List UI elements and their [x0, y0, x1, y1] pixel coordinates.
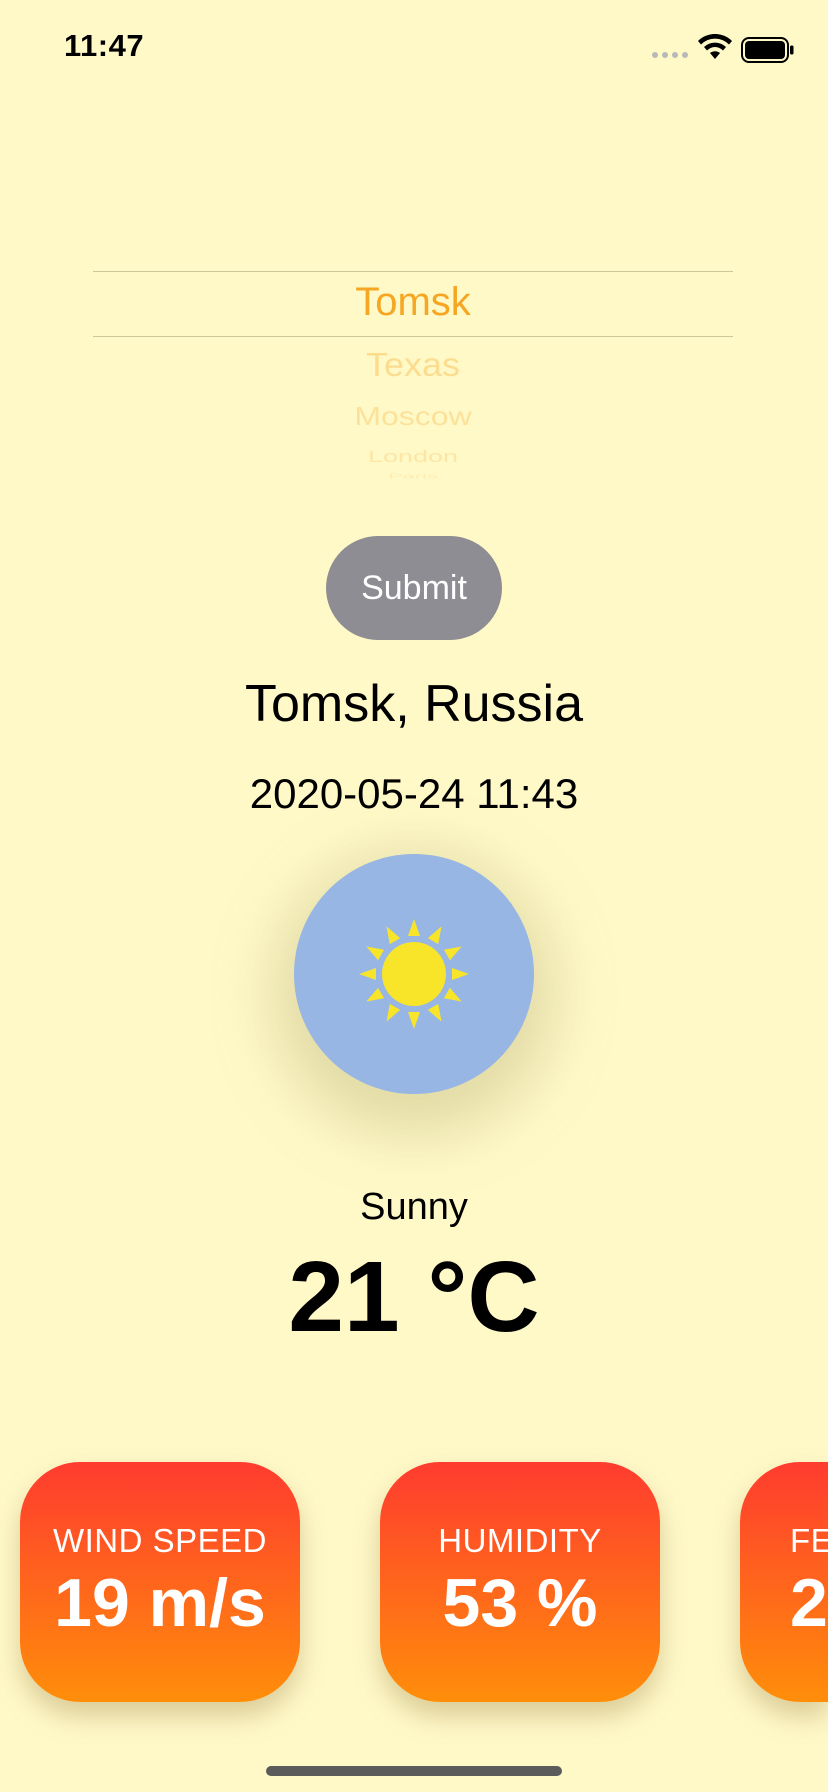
battery-icon: [741, 37, 795, 68]
picker-item-selected[interactable]: Tomsk: [93, 280, 733, 325]
card-title: HUMIDITY: [438, 1522, 602, 1559]
submit-button[interactable]: Submit: [326, 536, 502, 640]
weather-icon-circle: [294, 854, 534, 1094]
picker-item[interactable]: Texas: [93, 346, 733, 385]
card-title: WIND SPEED: [52, 1522, 268, 1559]
status-time: 11:47: [64, 28, 145, 63]
cellular-signal-icon: [652, 52, 688, 58]
wind-speed-card[interactable]: WIND SPEED 19 m/s: [20, 1462, 300, 1702]
picker-item[interactable]: Moscow: [93, 402, 733, 432]
picker-selection-bottom-line: [93, 336, 733, 337]
picker-item[interactable]: London: [93, 447, 733, 466]
datetime-label: 2020-05-24 11:43: [249, 770, 579, 817]
card-value: 53 %: [442, 1565, 598, 1641]
picker-item[interactable]: Paris: [93, 474, 733, 479]
feels-like-card[interactable]: FE 2: [740, 1462, 828, 1702]
home-indicator[interactable]: [266, 1766, 562, 1776]
weather-condition: Sunny: [360, 1186, 468, 1228]
picker-selection-top-line: [93, 271, 733, 272]
wifi-icon: [698, 33, 732, 65]
temperature-value: 21 °C: [288, 1241, 540, 1353]
location-label: Tomsk, Russia: [244, 675, 584, 733]
sun-icon: [359, 919, 469, 1029]
humidity-card[interactable]: HUMIDITY 53 %: [380, 1462, 660, 1702]
card-title: FE: [790, 1522, 828, 1559]
card-value: 19 m/s: [54, 1565, 266, 1641]
card-value: 2: [790, 1565, 828, 1641]
